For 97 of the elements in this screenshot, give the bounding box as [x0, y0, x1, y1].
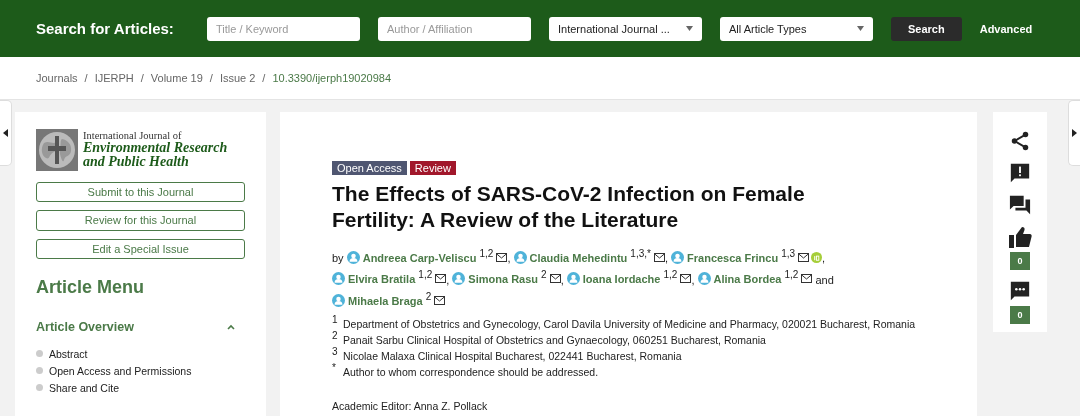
email-icon[interactable] — [549, 274, 561, 284]
journal-name-line: International Journal of — [83, 130, 183, 142]
menu-item[interactable]: Abstract — [49, 348, 88, 360]
breadcrumb-separator: / — [140, 72, 144, 84]
search-label: Search for Articles: — [36, 20, 175, 37]
breadcrumb-link[interactable]: 10.3390/ijerph19020984 — [272, 72, 392, 84]
thumbs-up-icon[interactable] — [1008, 226, 1032, 248]
academic-editor: Academic Editor: Anna Z. Pollack — [332, 399, 489, 412]
person-icon — [513, 250, 527, 264]
author-link[interactable]: Mihaela Braga — [348, 294, 423, 307]
breadcrumb-separator: / — [262, 72, 266, 84]
dropdown[interactable]: International Journal ... — [549, 16, 702, 41]
chevron-icon[interactable] — [227, 324, 235, 330]
person-icon — [346, 250, 360, 264]
affiliation-text: Author to whom correspondence should be addressed. — [343, 365, 599, 378]
person-icon — [671, 250, 685, 264]
report-icon[interactable] — [1009, 162, 1031, 184]
section-title[interactable]: Article Overview — [36, 320, 134, 334]
caret-icon — [1072, 129, 1077, 137]
affiliation-text: Nicolae Malaxa Clinical Hospital Bucharest, 022441 Bucharest, Romania — [343, 349, 682, 362]
email-icon[interactable] — [798, 252, 810, 262]
email-icon[interactable] — [653, 252, 665, 262]
breadcrumb-separator: / — [209, 72, 213, 84]
and-label: and — [815, 273, 834, 286]
by-label: by — [332, 251, 344, 264]
person-icon — [332, 293, 345, 307]
affiliation-mark: 2 — [541, 269, 547, 281]
journal-logo-icon — [36, 129, 78, 171]
expand-tab[interactable] — [1068, 100, 1080, 166]
affiliation-mark: 1,2 — [479, 248, 494, 259]
person-icon — [697, 272, 711, 286]
author-link[interactable]: Andreea Carp-Veliscu — [362, 251, 477, 264]
journal-button[interactable]: Review for this Journal — [36, 210, 245, 231]
comma: , — [822, 251, 826, 264]
author-link[interactable]: Alina Bordea — [713, 273, 782, 286]
author-link[interactable]: Simona Rasu — [468, 273, 539, 286]
email-icon[interactable] — [434, 295, 446, 305]
affiliation-mark: 1,2 — [663, 269, 678, 281]
advanced-link[interactable]: Advanced — [979, 22, 1033, 35]
comma: , — [664, 251, 668, 264]
affiliation-text: Department of Obstetrics and Gynecology, Carol Davila University of Medicine and Pharmacy, 020021 Bucharest, Romania — [343, 317, 916, 330]
affiliation-number: 2 — [332, 329, 339, 343]
caret-icon — [3, 129, 8, 137]
author-link[interactable]: Francesca Frincu — [687, 251, 779, 264]
comment-icon[interactable] — [1009, 280, 1031, 302]
email-icon[interactable] — [496, 252, 508, 262]
affiliation-mark: 1,3,* — [630, 248, 651, 259]
person-icon — [566, 272, 580, 286]
search-field[interactable]: Title / Keyword — [207, 16, 360, 41]
caret-icon — [686, 26, 693, 31]
affiliation-mark: 1,2 — [784, 269, 799, 281]
count-badge: 0 — [1010, 252, 1030, 270]
breadcrumb-link[interactable]: IJERPH — [94, 72, 134, 84]
affiliation-number: 1 — [332, 313, 339, 327]
breadcrumb-separator: / — [84, 72, 88, 84]
comma: , — [691, 273, 695, 286]
journal-name-line: and Public Health — [83, 155, 190, 170]
menu-item[interactable]: Open Access and Permissions — [49, 365, 192, 377]
caret-icon — [857, 26, 864, 31]
breadcrumb-link[interactable]: Journals — [36, 72, 78, 84]
affiliation-mark: 1,3 — [781, 248, 796, 259]
person-icon — [452, 272, 466, 286]
journal-button[interactable]: Edit a Special Issue — [36, 238, 245, 259]
comma: , — [507, 251, 511, 264]
share-icon[interactable] — [1009, 130, 1031, 152]
article-badge: Open Access — [332, 161, 407, 175]
author-link[interactable]: Elvira Bratila — [348, 273, 416, 286]
dropdown[interactable]: All Article Types — [720, 16, 873, 41]
article-title: The Effects of SARS-CoV-2 Infection on Female Fertility: A Review of the Literature — [332, 181, 806, 233]
email-icon[interactable] — [680, 274, 692, 284]
journal-button[interactable]: Submit to this Journal — [36, 182, 245, 203]
journal-name-line: Environmental Research — [83, 141, 228, 156]
article-badge: Review — [409, 161, 456, 175]
author-link[interactable]: Ioana Iordache — [582, 273, 661, 286]
comma: , — [446, 273, 450, 286]
affiliation-mark: 1,2 — [418, 269, 433, 281]
bullet-icon — [36, 384, 43, 392]
affiliation-number: 3 — [332, 345, 339, 359]
menu-title: Article Menu — [36, 277, 146, 298]
author-link[interactable]: Claudia Mehedintu — [529, 251, 628, 264]
person-icon — [332, 272, 345, 286]
menu-item[interactable]: Share and Cite — [49, 382, 120, 394]
chat-icon[interactable] — [1009, 194, 1031, 216]
email-icon[interactable] — [435, 274, 447, 284]
breadcrumb-link[interactable]: Volume 19 — [150, 72, 203, 84]
breadcrumb-link[interactable]: Issue 2 — [219, 72, 256, 84]
comma: , — [560, 273, 564, 286]
bullet-icon — [36, 350, 43, 358]
affiliation-number: * — [332, 361, 337, 375]
affiliation-text: Panait Sarbu Clinical Hospital of Obstetrics and Gynaecology, 060251 Bucharest, Romania — [343, 333, 766, 346]
bullet-icon — [36, 367, 43, 375]
search-button[interactable]: Search — [891, 16, 962, 41]
email-icon[interactable] — [801, 274, 813, 284]
search-field[interactable]: Author / Affiliation — [378, 16, 531, 41]
collapse-tab[interactable] — [0, 100, 12, 166]
affiliation-mark: 2 — [425, 291, 432, 303]
count-badge: 0 — [1010, 306, 1030, 324]
